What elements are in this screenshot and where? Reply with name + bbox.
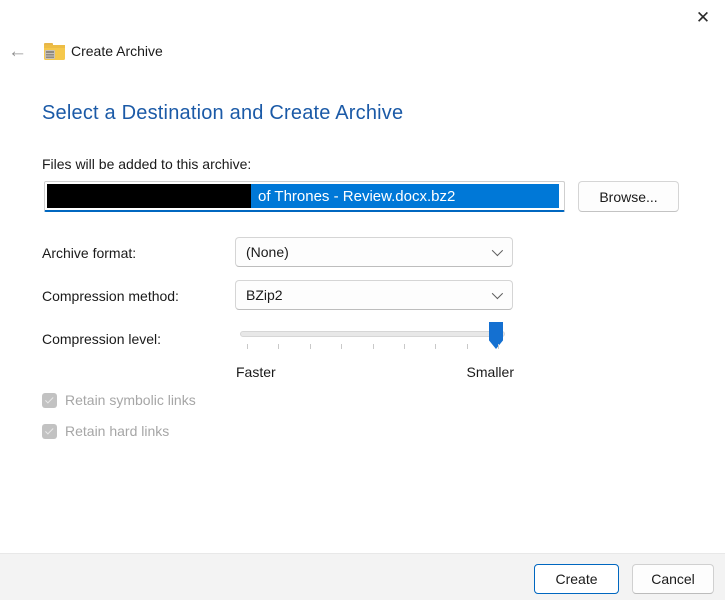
slider-tick [247,344,248,349]
browse-button[interactable]: Browse... [578,181,679,212]
zip-folder-icon [44,43,65,60]
archive-path-label: Files will be added to this archive: [42,156,251,172]
compression-method-dropdown[interactable]: BZip2 [235,280,513,310]
slider-tick-marks [247,344,498,349]
checkmark-icon [45,395,53,403]
retain-symbolic-links-row: Retain symbolic links [42,392,196,408]
selected-text-highlight: of Thrones - Review.docx.bz2 [47,184,559,208]
dialog-title: Create Archive [71,43,163,59]
footer-bar: Create Cancel [0,553,725,600]
chevron-down-icon [492,288,503,299]
slider-tick [373,344,374,349]
create-button[interactable]: Create [534,564,619,594]
archive-format-label: Archive format: [42,245,136,261]
slider-tick [467,344,468,349]
retain-symbolic-links-checkbox [42,393,57,408]
compression-method-label: Compression method: [42,288,179,304]
page-title: Select a Destination and Create Archive [42,102,403,125]
slider-smaller-label: Smaller [462,364,514,380]
checkmark-icon [45,426,53,434]
dialog-header: ← Create Archive [0,40,725,66]
archive-format-dropdown[interactable]: (None) [235,237,513,267]
slider-tick [310,344,311,349]
redaction-bar [47,184,251,208]
archive-path-input[interactable]: of Thrones - Review.docx.bz2 [44,181,565,212]
slider-tick [278,344,279,349]
archive-format-value: (None) [246,244,492,260]
slider-tick [404,344,405,349]
slider-faster-label: Faster [236,364,276,380]
retain-symbolic-links-label: Retain symbolic links [65,392,196,408]
close-icon[interactable]: ✕ [689,4,717,32]
slider-tick [498,344,499,349]
retain-hard-links-row: Retain hard links [42,423,169,439]
slider-tick [341,344,342,349]
back-arrow-icon[interactable]: ← [8,41,27,63]
retain-hard-links-checkbox [42,424,57,439]
compression-method-value: BZip2 [246,287,492,303]
compression-level-slider-track[interactable] [240,331,505,337]
archive-path-selected-text: of Thrones - Review.docx.bz2 [251,188,455,205]
chevron-down-icon [492,245,503,256]
cancel-button[interactable]: Cancel [632,564,714,594]
slider-tick [435,344,436,349]
retain-hard-links-label: Retain hard links [65,423,169,439]
compression-level-label: Compression level: [42,331,161,347]
